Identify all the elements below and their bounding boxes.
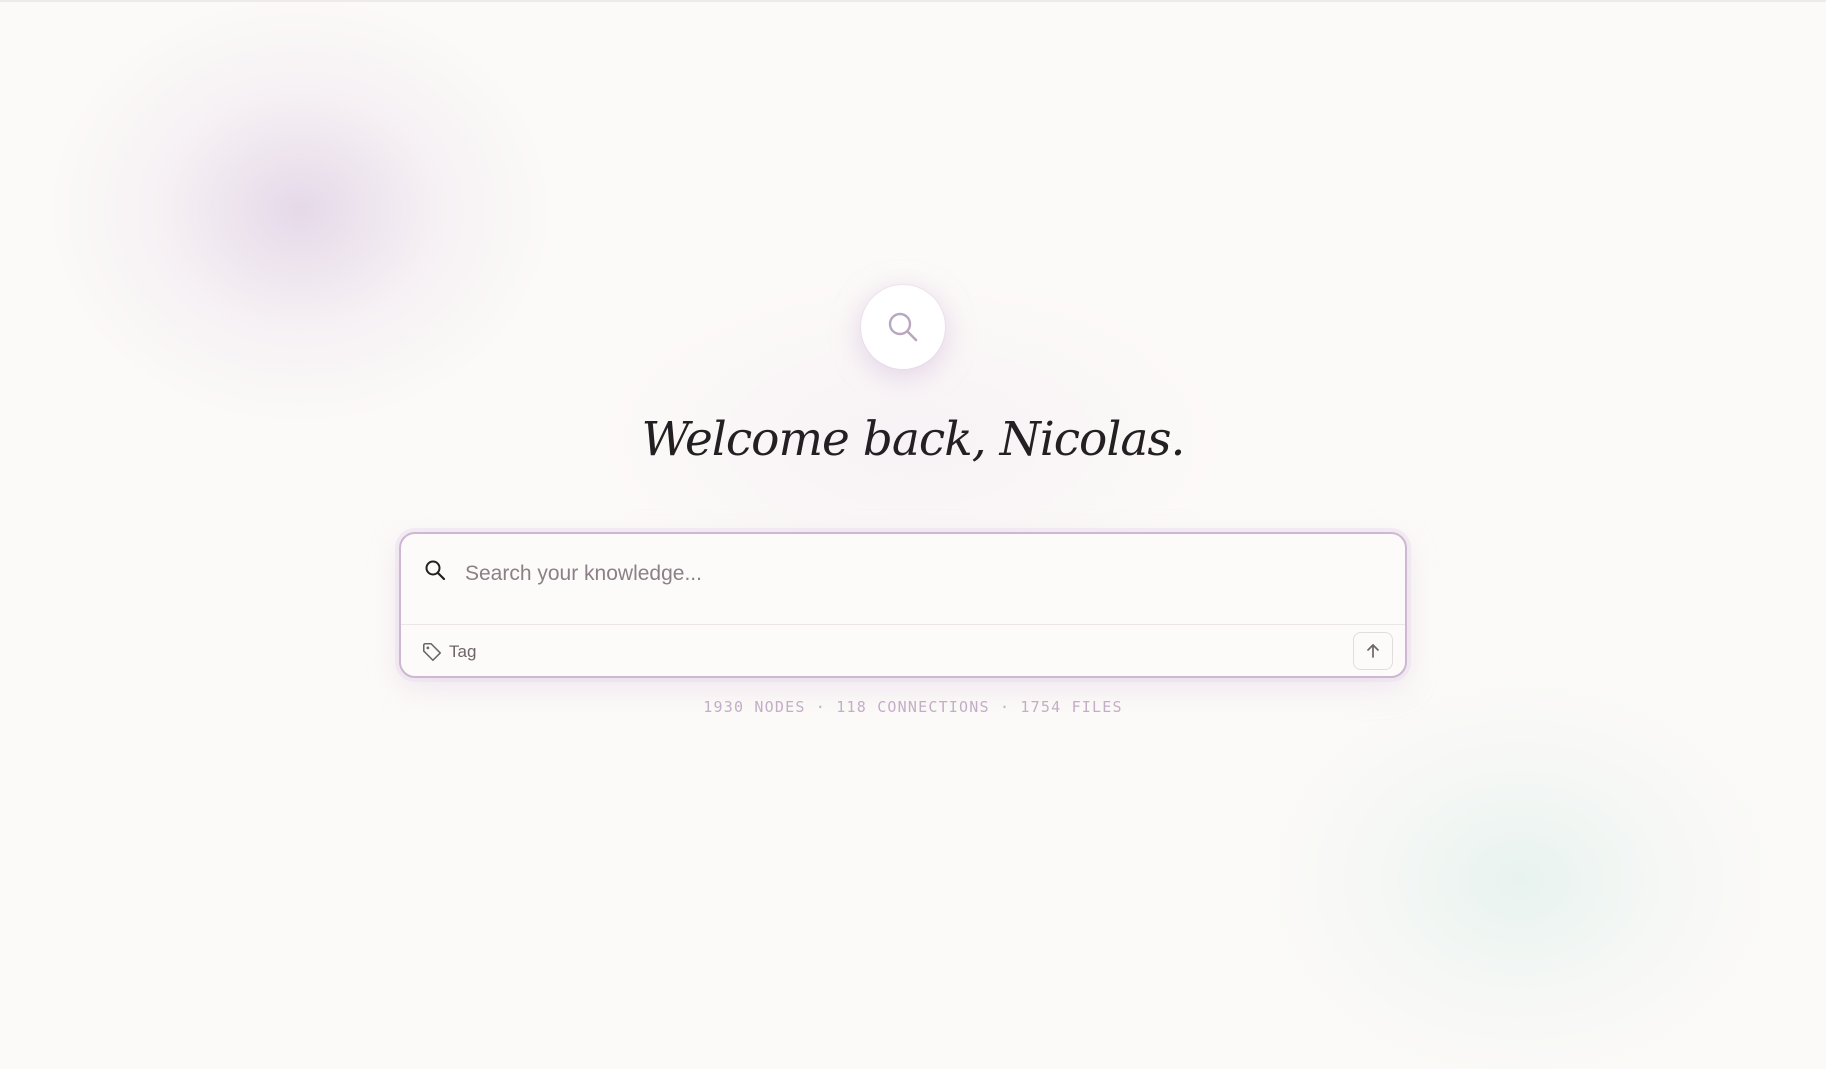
search-icon — [425, 560, 446, 581]
page-title: Welcome back, Nicolas. — [641, 412, 1186, 467]
search-row — [401, 534, 1405, 624]
top-border — [0, 0, 1826, 2]
background-glow-teal — [1180, 620, 1826, 1069]
send-button[interactable] — [1353, 632, 1393, 670]
knowledge-stats: 1930 NODES · 118 CONNECTIONS · 1754 FILE… — [703, 698, 1123, 716]
arrow-up-icon — [1367, 644, 1379, 658]
search-input[interactable] — [465, 552, 1365, 596]
search-divider — [401, 624, 1405, 625]
search-card: Tag — [399, 532, 1407, 678]
background-glow-purple — [0, 0, 620, 460]
tag-icon — [422, 642, 442, 662]
search-icon — [888, 312, 918, 342]
tag-label: Tag — [449, 642, 477, 661]
tag-button[interactable]: Tag — [421, 639, 476, 665]
hero-search-icon — [861, 285, 945, 369]
